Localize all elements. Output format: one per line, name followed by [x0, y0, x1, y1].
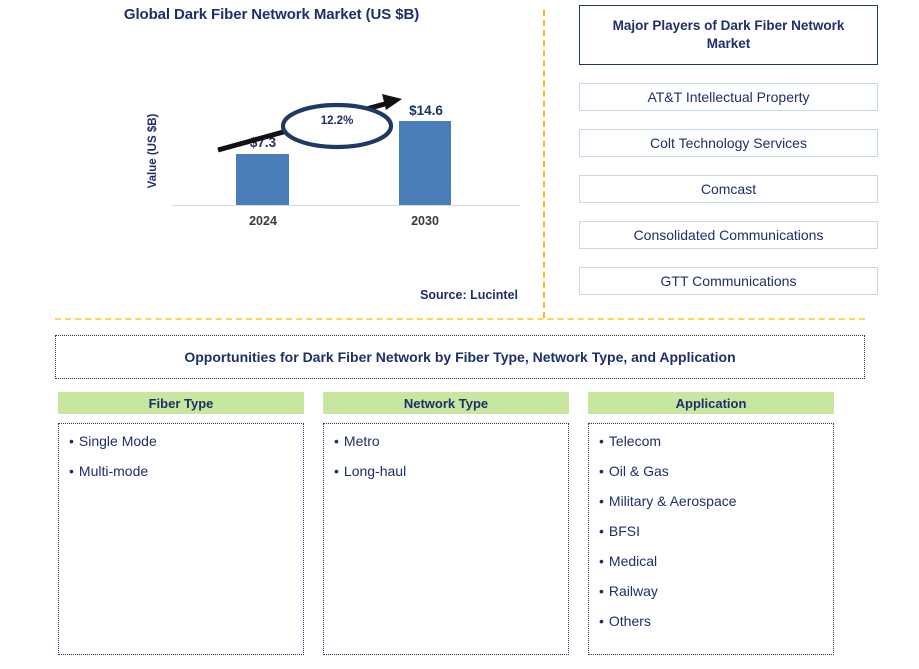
- bullet-icon: •: [599, 613, 604, 629]
- vertical-divider: [543, 10, 545, 318]
- opportunities-banner: Opportunities for Dark Fiber Network by …: [55, 335, 865, 379]
- bullet-icon: •: [69, 433, 74, 449]
- bullet-icon: •: [599, 433, 604, 449]
- list-item: • Metro: [334, 434, 562, 448]
- cagr-growth-arrow-icon: [217, 94, 402, 153]
- column-header-fiber-type: Fiber Type: [58, 392, 304, 414]
- list-item-label: Military & Aerospace: [608, 493, 737, 509]
- player-item[interactable]: AT&T Intellectual Property: [579, 83, 878, 111]
- list-item: • BFSI: [599, 524, 827, 538]
- list-item-label: Metro: [343, 433, 380, 449]
- column-body-fiber-type: • Single Mode • Multi-mode: [58, 423, 304, 655]
- player-item[interactable]: Colt Technology Services: [579, 129, 878, 157]
- horizontal-divider: [55, 318, 865, 320]
- list-item-label: Telecom: [608, 433, 662, 449]
- column-body-application: • Telecom • Oil & Gas • Military & Aerospac…: [588, 423, 834, 655]
- column-header-network-type: Network Type: [323, 392, 569, 414]
- list-item: • Medical: [599, 554, 827, 568]
- player-item[interactable]: Comcast: [579, 175, 878, 203]
- bar-chart-plot-area: Value (US $B) $7.3 $14.6 2024 2030 12.2%: [147, 88, 520, 228]
- bullet-icon: •: [599, 493, 604, 509]
- cagr-label: 12.2%: [320, 115, 354, 127]
- list-item-label: Railway: [608, 583, 658, 599]
- bullet-icon: •: [599, 463, 604, 479]
- column-header-application: Application: [588, 392, 834, 414]
- list-item-label: Multi-mode: [78, 463, 149, 479]
- bullet-icon: •: [599, 553, 604, 569]
- list-item-label: Oil & Gas: [608, 463, 669, 479]
- opportunity-column-fiber-type: Fiber Type • Single Mode • Multi-mode: [58, 392, 304, 655]
- major-players-header: Major Players of Dark Fiber Network Mark…: [579, 5, 878, 65]
- opportunity-column-application: Application • Telecom • Oil & Gas • Militar…: [588, 392, 834, 655]
- list-item: • Single Mode: [69, 434, 297, 448]
- bullet-icon: •: [599, 583, 604, 599]
- player-item[interactable]: GTT Communications: [579, 267, 878, 295]
- list-item-label: Single Mode: [78, 433, 157, 449]
- bullet-icon: •: [334, 433, 339, 449]
- player-item[interactable]: Consolidated Communications: [579, 221, 878, 249]
- bullet-icon: •: [334, 463, 339, 479]
- list-item-label: Medical: [608, 553, 658, 569]
- column-body-network-type: • Metro • Long-haul: [323, 423, 569, 655]
- list-item: • Others: [599, 614, 827, 628]
- opportunity-column-network-type: Network Type • Metro • Long-haul: [323, 392, 569, 655]
- market-chart-panel: Global Dark Fiber Network Market (US $B)…: [0, 0, 543, 318]
- list-item: • Multi-mode: [69, 464, 297, 478]
- bullet-icon: •: [69, 463, 74, 479]
- list-item-label: Long-haul: [343, 463, 407, 479]
- major-players-panel: Major Players of Dark Fiber Network Mark…: [579, 5, 878, 295]
- list-item: • Railway: [599, 584, 827, 598]
- list-item-label: Others: [608, 613, 651, 629]
- list-item: • Long-haul: [334, 464, 562, 478]
- opportunities-columns: Fiber Type • Single Mode • Multi-mode Netw…: [58, 392, 864, 655]
- chart-title: Global Dark Fiber Network Market (US $B): [123, 6, 420, 23]
- list-item: • Military & Aerospace: [599, 494, 827, 508]
- list-item-label: BFSI: [608, 523, 641, 539]
- list-item: • Telecom: [599, 434, 827, 448]
- source-label: Source: Lucintel: [420, 288, 518, 302]
- bullet-icon: •: [599, 523, 604, 539]
- list-item: • Oil & Gas: [599, 464, 827, 478]
